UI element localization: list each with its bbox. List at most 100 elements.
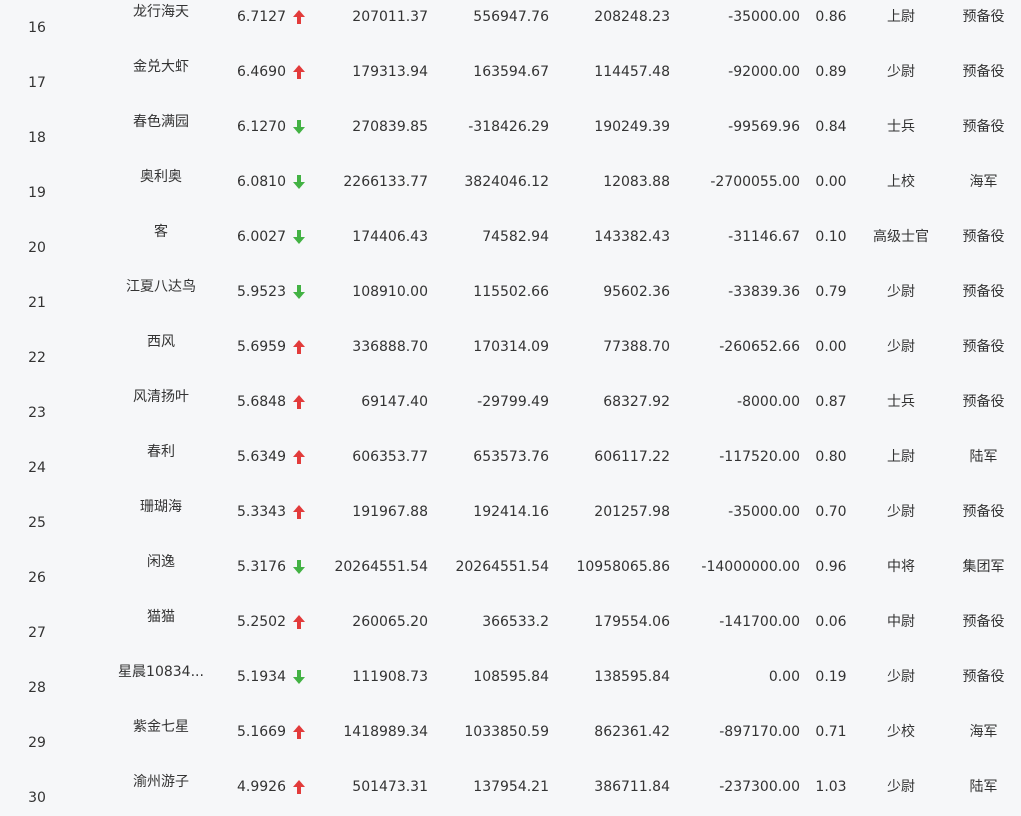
value-cell-2: -29799.49 (477, 394, 549, 410)
value-cell-2: 1033850.59 (464, 724, 549, 740)
name-cell: 珊瑚海 (140, 499, 182, 515)
value-cell-3: 386711.84 (594, 779, 670, 795)
value-cell-4: -141700.00 (719, 614, 800, 630)
ratio-cell: 0.70 (815, 504, 847, 520)
value-cell-2: 163594.67 (473, 64, 549, 80)
military-rank-cell: 中将 (887, 559, 915, 575)
score-cell: 5.3176 (237, 559, 286, 575)
arrow-up-icon (292, 392, 308, 412)
table-row[interactable]: 28 星晨10834... 5.1934 111908.73 108595.84 1385… (0, 650, 1021, 705)
score-cell: 5.6349 (237, 449, 286, 465)
rank-cell: 22 (28, 350, 46, 366)
name-cell: 江夏八达鸟 (126, 279, 196, 295)
value-cell-3: 143382.43 (594, 229, 670, 245)
value-cell-3: 201257.98 (594, 504, 670, 520)
rank-cell: 19 (28, 185, 46, 201)
name-cell: 风清扬叶 (133, 389, 189, 405)
ratio-cell: 0.80 (815, 449, 847, 465)
branch-cell: 陆军 (969, 449, 998, 465)
branch-cell: 海军 (969, 724, 998, 740)
rank-cell: 23 (28, 405, 46, 421)
table-row[interactable]: 17 金兑大虾 6.4690 179313.94 163594.67 114457.48 -… (0, 45, 1021, 100)
value-cell-2: 556947.76 (473, 9, 549, 25)
ratio-cell: 0.00 (815, 174, 847, 190)
table-row[interactable]: 24 春利 5.6349 606353.77 653573.76 606117.22 -11… (0, 430, 1021, 485)
value-cell-4: -897170.00 (719, 724, 800, 740)
table-row[interactable]: 29 紫金七星 5.1669 1418989.34 1033850.59 862361.4… (0, 705, 1021, 760)
value-cell-4: -99569.96 (728, 119, 800, 135)
value-cell-2: 3824046.12 (464, 174, 549, 190)
value-cell-2: 653573.76 (473, 449, 549, 465)
rank-cell: 26 (28, 570, 46, 586)
branch-cell: 预备役 (962, 504, 1005, 520)
value-cell-1: 2266133.77 (343, 174, 428, 190)
arrow-up-icon (292, 62, 308, 82)
ratio-cell: 0.10 (815, 229, 847, 245)
military-rank-cell: 少尉 (887, 779, 915, 795)
value-cell-2: 192414.16 (473, 504, 549, 520)
ranking-table: 16 龙行海天 6.7127 207011.37 556947.76 208248.23 -… (0, 0, 1021, 816)
value-cell-4: -260652.66 (719, 339, 800, 355)
arrow-up-icon (292, 337, 308, 357)
name-cell: 闲逸 (147, 554, 175, 570)
arrow-down-icon (292, 667, 308, 687)
arrow-down-icon (292, 282, 308, 302)
value-cell-4: -117520.00 (719, 449, 800, 465)
rank-cell: 17 (28, 75, 46, 91)
table-row[interactable]: 27 猫猫 5.2502 260065.20 366533.2 179554.06 -141… (0, 595, 1021, 650)
arrow-down-icon (292, 227, 308, 247)
name-cell: 猫猫 (147, 609, 175, 625)
rank-cell: 29 (28, 735, 46, 751)
arrow-up-icon (292, 447, 308, 467)
value-cell-3: 77388.70 (603, 339, 670, 355)
table-row[interactable]: 19 奥利奥 6.0810 2266133.77 3824046.12 12083.88 -… (0, 155, 1021, 210)
ratio-cell: 1.03 (815, 779, 847, 795)
branch-cell: 预备役 (962, 614, 1005, 630)
name-cell: 春色满园 (133, 114, 189, 130)
military-rank-cell: 少尉 (887, 339, 915, 355)
military-rank-cell: 中尉 (887, 614, 915, 630)
branch-cell: 陆军 (969, 779, 998, 795)
branch-cell: 集团军 (962, 559, 1005, 575)
value-cell-4: -92000.00 (728, 64, 800, 80)
score-cell: 4.9926 (237, 779, 286, 795)
score-cell: 5.6848 (237, 394, 286, 410)
value-cell-4: -8000.00 (737, 394, 800, 410)
score-cell: 5.1669 (237, 724, 286, 740)
value-cell-1: 336888.70 (352, 339, 428, 355)
value-cell-2: 137954.21 (473, 779, 549, 795)
ratio-cell: 0.89 (815, 64, 847, 80)
table-row[interactable]: 30 渝州游子 4.9926 501473.31 137954.21 386711.84 -… (0, 760, 1021, 815)
table-row[interactable]: 23 风清扬叶 5.6848 69147.40 -29799.49 68327.92 -80… (0, 375, 1021, 430)
value-cell-4: -2700055.00 (710, 174, 800, 190)
value-cell-3: 95602.36 (603, 284, 670, 300)
value-cell-4: -35000.00 (728, 9, 800, 25)
score-cell: 6.7127 (237, 9, 286, 25)
rank-cell: 28 (28, 680, 46, 696)
table-row[interactable]: 20 客 6.0027 174406.43 74582.94 143382.43 -3114… (0, 210, 1021, 265)
table-row[interactable]: 26 闲逸 5.3176 20264551.54 20264551.54 10958065… (0, 540, 1021, 595)
ratio-cell: 0.84 (815, 119, 847, 135)
value-cell-4: -14000000.00 (701, 559, 800, 575)
value-cell-2: 170314.09 (473, 339, 549, 355)
value-cell-1: 501473.31 (352, 779, 428, 795)
rank-cell: 21 (28, 295, 46, 311)
score-cell: 5.6959 (237, 339, 286, 355)
rank-cell: 18 (28, 130, 46, 146)
rank-cell: 16 (28, 20, 46, 36)
branch-cell: 预备役 (962, 669, 1005, 685)
branch-cell: 预备役 (962, 119, 1005, 135)
value-cell-3: 10958065.86 (576, 559, 670, 575)
arrow-up-icon (292, 612, 308, 632)
table-row[interactable]: 21 江夏八达鸟 5.9523 108910.00 115502.66 95602.36 -… (0, 265, 1021, 320)
table-row[interactable]: 18 春色满园 6.1270 270839.85 -318426.29 190249.39… (0, 100, 1021, 155)
table-row[interactable]: 25 珊瑚海 5.3343 191967.88 192414.16 201257.98 -3… (0, 485, 1021, 540)
value-cell-1: 1418989.34 (343, 724, 428, 740)
value-cell-1: 111908.73 (352, 669, 428, 685)
score-cell: 6.1270 (237, 119, 286, 135)
value-cell-4: -31146.67 (728, 229, 800, 245)
table-row[interactable]: 22 西风 5.6959 336888.70 170314.09 77388.70 -260… (0, 320, 1021, 375)
name-cell: 客 (154, 224, 168, 240)
arrow-up-icon (292, 7, 308, 27)
table-row[interactable]: 16 龙行海天 6.7127 207011.37 556947.76 208248.23 -… (0, 0, 1021, 45)
